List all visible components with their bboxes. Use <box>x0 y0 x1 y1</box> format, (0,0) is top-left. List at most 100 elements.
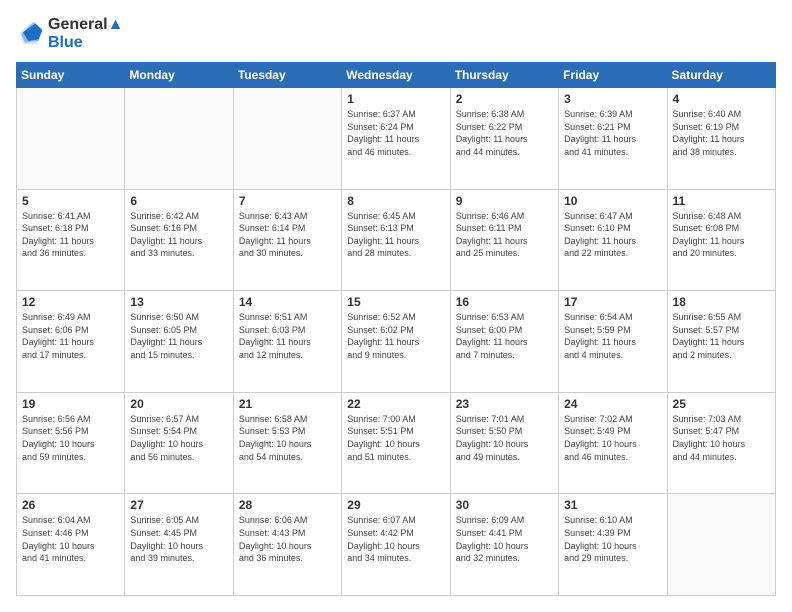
day-number: 19 <box>22 397 119 411</box>
calendar-cell: 29 Sunrise: 6:07 AM Sunset: 4:42 PM Dayli… <box>342 494 450 596</box>
day-number: 21 <box>239 397 336 411</box>
calendar-cell: 22 Sunrise: 7:00 AM Sunset: 5:51 PM Dayli… <box>342 392 450 494</box>
day-info: Sunrise: 6:49 AM Sunset: 6:06 PM Dayligh… <box>22 311 119 361</box>
calendar-cell: 30Sunrise: 6:09 AM Sunset: 4:41 PM Dayli… <box>450 494 558 596</box>
calendar-cell: 12Sunrise: 6:49 AM Sunset: 6:06 PM Dayli… <box>17 291 125 393</box>
day-number: 18 <box>673 295 770 309</box>
day-number: 13 <box>130 295 227 309</box>
day-number: 10 <box>564 194 661 208</box>
calendar-week-5: 26Sunrise: 6:04 AM Sunset: 4:46 PM Dayli… <box>17 494 776 596</box>
day-info: Sunrise: 6:38 AM Sunset: 6:22 PM Dayligh… <box>456 108 553 158</box>
day-info: Sunrise: 6:43 AM Sunset: 6:14 PM Dayligh… <box>239 210 336 260</box>
calendar-cell: 31 Sunrise: 6:10 AM Sunset: 4:39 PM Dayli… <box>559 494 667 596</box>
day-info: Sunrise: 6:37 AM Sunset: 6:24 PM Dayligh… <box>347 108 444 158</box>
weekday-header-wednesday: Wednesday <box>342 63 450 88</box>
weekday-header-monday: Monday <box>125 63 233 88</box>
calendar-week-2: 5 Sunrise: 6:41 AM Sunset: 6:18 PM Daylig… <box>17 189 776 291</box>
day-info: Sunrise: 6:51 AM Sunset: 6:03 PM Dayligh… <box>239 311 336 361</box>
day-number: 5 <box>22 194 119 208</box>
day-info: Sunrise: 7:00 AM Sunset: 5:51 PM Dayligh… <box>347 413 444 463</box>
day-number: 15 <box>347 295 444 309</box>
day-number: 14 <box>239 295 336 309</box>
day-number: 24 <box>564 397 661 411</box>
day-number: 31 <box>564 498 661 512</box>
day-info: Sunrise: 7:02 AM Sunset: 5:49 PM Dayligh… <box>564 413 661 463</box>
day-number: 7 <box>239 194 336 208</box>
logo: General▲ Blue <box>16 16 123 52</box>
day-info: Sunrise: 6:50 AM Sunset: 6:05 PM Dayligh… <box>130 311 227 361</box>
weekday-header-saturday: Saturday <box>667 63 775 88</box>
day-number: 6 <box>130 194 227 208</box>
calendar-cell: 20 Sunrise: 6:57 AM Sunset: 5:54 PM Dayli… <box>125 392 233 494</box>
calendar-cell <box>233 88 341 190</box>
calendar-cell: 18 Sunrise: 6:55 AM Sunset: 5:57 PM Dayli… <box>667 291 775 393</box>
calendar-cell <box>667 494 775 596</box>
calendar-cell: 5 Sunrise: 6:41 AM Sunset: 6:18 PM Daylig… <box>17 189 125 291</box>
calendar-week-4: 19 Sunrise: 6:56 AM Sunset: 5:56 PM Dayli… <box>17 392 776 494</box>
day-info: Sunrise: 6:10 AM Sunset: 4:39 PM Dayligh… <box>564 514 661 564</box>
day-number: 2 <box>456 92 553 106</box>
day-number: 27 <box>130 498 227 512</box>
day-info: Sunrise: 7:03 AM Sunset: 5:47 PM Dayligh… <box>673 413 770 463</box>
calendar-cell: 28Sunrise: 6:06 AM Sunset: 4:43 PM Dayli… <box>233 494 341 596</box>
day-info: Sunrise: 6:45 AM Sunset: 6:13 PM Dayligh… <box>347 210 444 260</box>
day-info: Sunrise: 6:54 AM Sunset: 5:59 PM Dayligh… <box>564 311 661 361</box>
day-info: Sunrise: 6:57 AM Sunset: 5:54 PM Dayligh… <box>130 413 227 463</box>
day-info: Sunrise: 6:58 AM Sunset: 5:53 PM Dayligh… <box>239 413 336 463</box>
calendar-cell: 27 Sunrise: 6:05 AM Sunset: 4:45 PM Dayli… <box>125 494 233 596</box>
calendar-cell: 2 Sunrise: 6:38 AM Sunset: 6:22 PM Daylig… <box>450 88 558 190</box>
calendar-cell: 8 Sunrise: 6:45 AM Sunset: 6:13 PM Daylig… <box>342 189 450 291</box>
day-info: Sunrise: 6:40 AM Sunset: 6:19 PM Dayligh… <box>673 108 770 158</box>
calendar-cell: 13 Sunrise: 6:50 AM Sunset: 6:05 PM Dayli… <box>125 291 233 393</box>
calendar-cell: 25Sunrise: 7:03 AM Sunset: 5:47 PM Dayli… <box>667 392 775 494</box>
calendar-cell: 7 Sunrise: 6:43 AM Sunset: 6:14 PM Daylig… <box>233 189 341 291</box>
calendar-cell: 3Sunrise: 6:39 AM Sunset: 6:21 PM Daylig… <box>559 88 667 190</box>
calendar-week-1: 1 Sunrise: 6:37 AM Sunset: 6:24 PM Daylig… <box>17 88 776 190</box>
calendar-cell: 17 Sunrise: 6:54 AM Sunset: 5:59 PM Dayli… <box>559 291 667 393</box>
day-info: Sunrise: 6:47 AM Sunset: 6:10 PM Dayligh… <box>564 210 661 260</box>
calendar-cell: 1 Sunrise: 6:37 AM Sunset: 6:24 PM Daylig… <box>342 88 450 190</box>
calendar-cell: 19 Sunrise: 6:56 AM Sunset: 5:56 PM Dayli… <box>17 392 125 494</box>
calendar-cell: 9Sunrise: 6:46 AM Sunset: 6:11 PM Daylig… <box>450 189 558 291</box>
calendar-cell <box>125 88 233 190</box>
weekday-header-tuesday: Tuesday <box>233 63 341 88</box>
weekday-header-thursday: Thursday <box>450 63 558 88</box>
day-number: 16 <box>456 295 553 309</box>
day-number: 30 <box>456 498 553 512</box>
day-info: Sunrise: 6:56 AM Sunset: 5:56 PM Dayligh… <box>22 413 119 463</box>
day-info: Sunrise: 7:01 AM Sunset: 5:50 PM Dayligh… <box>456 413 553 463</box>
day-number: 3 <box>564 92 661 106</box>
calendar-table: SundayMondayTuesdayWednesdayThursdayFrid… <box>16 62 776 596</box>
day-info: Sunrise: 6:46 AM Sunset: 6:11 PM Dayligh… <box>456 210 553 260</box>
calendar-cell: 23 Sunrise: 7:01 AM Sunset: 5:50 PM Dayli… <box>450 392 558 494</box>
calendar-week-3: 12Sunrise: 6:49 AM Sunset: 6:06 PM Dayli… <box>17 291 776 393</box>
logo-text: General▲ Blue <box>48 16 123 52</box>
day-info: Sunrise: 6:41 AM Sunset: 6:18 PM Dayligh… <box>22 210 119 260</box>
day-number: 4 <box>673 92 770 106</box>
day-number: 1 <box>347 92 444 106</box>
day-number: 29 <box>347 498 444 512</box>
calendar-cell: 16 Sunrise: 6:53 AM Sunset: 6:00 PM Dayli… <box>450 291 558 393</box>
day-info: Sunrise: 6:52 AM Sunset: 6:02 PM Dayligh… <box>347 311 444 361</box>
day-info: Sunrise: 6:42 AM Sunset: 6:16 PM Dayligh… <box>130 210 227 260</box>
calendar-cell <box>17 88 125 190</box>
calendar-cell: 10 Sunrise: 6:47 AM Sunset: 6:10 PM Dayli… <box>559 189 667 291</box>
calendar-cell: 6 Sunrise: 6:42 AM Sunset: 6:16 PM Daylig… <box>125 189 233 291</box>
day-info: Sunrise: 6:53 AM Sunset: 6:00 PM Dayligh… <box>456 311 553 361</box>
weekday-header-sunday: Sunday <box>17 63 125 88</box>
day-number: 8 <box>347 194 444 208</box>
day-number: 17 <box>564 295 661 309</box>
calendar-cell: 14 Sunrise: 6:51 AM Sunset: 6:03 PM Dayli… <box>233 291 341 393</box>
day-number: 11 <box>673 194 770 208</box>
weekday-header-row: SundayMondayTuesdayWednesdayThursdayFrid… <box>17 63 776 88</box>
logo-icon <box>16 20 44 48</box>
day-number: 23 <box>456 397 553 411</box>
day-info: Sunrise: 6:05 AM Sunset: 4:45 PM Dayligh… <box>130 514 227 564</box>
day-number: 22 <box>347 397 444 411</box>
calendar-cell: 26Sunrise: 6:04 AM Sunset: 4:46 PM Dayli… <box>17 494 125 596</box>
calendar-cell: 24 Sunrise: 7:02 AM Sunset: 5:49 PM Dayli… <box>559 392 667 494</box>
day-number: 20 <box>130 397 227 411</box>
day-info: Sunrise: 6:07 AM Sunset: 4:42 PM Dayligh… <box>347 514 444 564</box>
day-number: 26 <box>22 498 119 512</box>
day-info: Sunrise: 6:55 AM Sunset: 5:57 PM Dayligh… <box>673 311 770 361</box>
